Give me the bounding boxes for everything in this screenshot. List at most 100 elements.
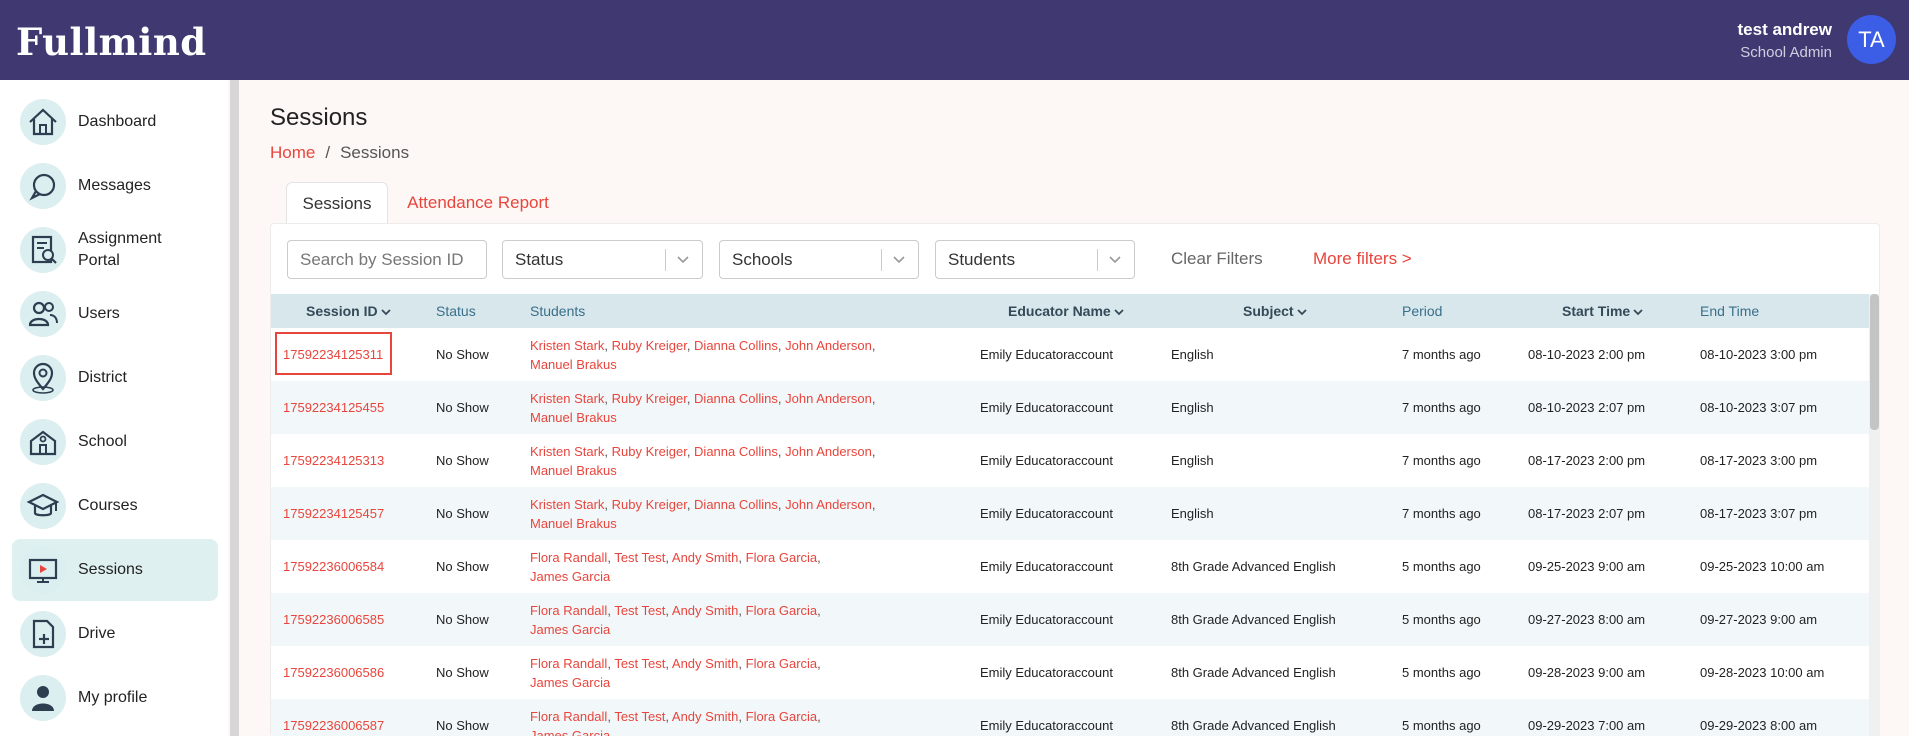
table-row[interactable]: 17592234125455 No Show Kristen Stark, Ruby… xyxy=(271,381,1869,434)
session-search-input[interactable] xyxy=(300,249,486,270)
student-link[interactable]: Flora Garcia xyxy=(746,603,818,618)
table-row[interactable]: 17592234125457 No Show Kristen Stark, Ruby… xyxy=(271,487,1869,540)
student-link[interactable]: Ruby Kreiger xyxy=(612,338,687,353)
column-header-start-time[interactable]: Start Time xyxy=(1562,303,1644,319)
student-link[interactable]: Andy Smith xyxy=(672,550,738,565)
separator: , xyxy=(738,603,746,618)
student-link[interactable]: Dianna Collins xyxy=(694,391,778,406)
student-link[interactable]: Test Test xyxy=(614,656,665,671)
table-row[interactable]: 17592236006586 No Show Flora Randall, Test… xyxy=(271,646,1869,699)
student-link[interactable]: Manuel Brakus xyxy=(530,516,617,531)
sidebar-item-users[interactable]: Users xyxy=(12,283,218,345)
student-link[interactable]: John Anderson xyxy=(785,444,872,459)
student-link[interactable]: Dianna Collins xyxy=(694,497,778,512)
breadcrumb: Home / Sessions xyxy=(270,143,409,163)
column-header-subject[interactable]: Subject xyxy=(1243,303,1308,319)
session-id-link[interactable]: 17592236006587 xyxy=(283,718,384,733)
student-link[interactable]: Test Test xyxy=(614,603,665,618)
sidebar-item-courses[interactable]: Courses xyxy=(12,475,218,537)
student-link[interactable]: Andy Smith xyxy=(672,603,738,618)
student-link[interactable]: Kristen Stark xyxy=(530,444,604,459)
student-link[interactable]: Kristen Stark xyxy=(530,338,604,353)
period-cell: 5 months ago xyxy=(1402,718,1481,733)
student-link[interactable]: Manuel Brakus xyxy=(530,463,617,478)
student-link[interactable]: Flora Garcia xyxy=(746,550,818,565)
clear-filters-button[interactable]: Clear Filters xyxy=(1171,249,1263,269)
session-id-link[interactable]: 17592234125457 xyxy=(283,506,384,521)
student-link[interactable]: Test Test xyxy=(614,709,665,724)
table-row[interactable]: 17592236006587 No Show Flora Randall, Test… xyxy=(271,699,1869,736)
separator: , xyxy=(871,338,876,353)
sidebar: Dashboard Messages Assignment Portal Use… xyxy=(0,80,228,736)
sidebar-scrollbar[interactable] xyxy=(230,80,239,736)
student-link[interactable]: John Anderson xyxy=(785,338,872,353)
status-select[interactable]: Status xyxy=(502,240,703,279)
student-link[interactable]: Andy Smith xyxy=(672,709,738,724)
column-header-label: Session ID xyxy=(306,303,378,319)
student-link[interactable]: Flora Garcia xyxy=(746,709,818,724)
status-cell: No Show xyxy=(436,665,489,680)
table-row[interactable]: 17592236006585 No Show Flora Randall, Test… xyxy=(271,593,1869,646)
student-link[interactable]: Andy Smith xyxy=(672,656,738,671)
student-link[interactable]: James Garcia xyxy=(530,728,610,736)
sidebar-item-sessions[interactable]: Sessions xyxy=(12,539,218,601)
student-link[interactable]: James Garcia xyxy=(530,569,610,584)
table-row[interactable]: 17592234125311 No Show Kristen Stark, Ruby… xyxy=(271,328,1869,381)
session-id-link[interactable]: 17592234125311 xyxy=(283,347,383,362)
student-link[interactable]: Dianna Collins xyxy=(694,338,778,353)
student-link[interactable]: Kristen Stark xyxy=(530,391,604,406)
table-row[interactable]: 17592234125313 No Show Kristen Stark, Ruby… xyxy=(271,434,1869,487)
sidebar-item-my-profile[interactable]: My profile xyxy=(12,667,218,729)
student-link[interactable]: Flora Garcia xyxy=(746,656,818,671)
schools-select[interactable]: Schools xyxy=(719,240,919,279)
student-link[interactable]: Kristen Stark xyxy=(530,497,604,512)
session-id-link[interactable]: 17592236006584 xyxy=(283,559,384,574)
educator-cell: Emily Educatoraccount xyxy=(980,665,1113,680)
student-link[interactable]: Flora Randall xyxy=(530,550,607,565)
avatar[interactable]: TA xyxy=(1847,15,1896,64)
separator: , xyxy=(817,656,821,671)
session-id-link[interactable]: 17592234125455 xyxy=(283,400,384,415)
status-cell: No Show xyxy=(436,559,489,574)
app-logo[interactable]: Fullmind xyxy=(16,20,207,64)
student-link[interactable]: Ruby Kreiger xyxy=(612,444,687,459)
period-cell: 5 months ago xyxy=(1402,559,1481,574)
sidebar-item-school[interactable]: School xyxy=(12,411,218,473)
students-select[interactable]: Students xyxy=(935,240,1135,279)
separator: , xyxy=(686,444,695,459)
student-link[interactable]: Flora Randall xyxy=(530,603,607,618)
sidebar-item-dashboard[interactable]: Dashboard xyxy=(12,91,218,153)
tab-attendance-report[interactable]: Attendance Report xyxy=(398,182,558,224)
session-id-link[interactable]: 17592236006585 xyxy=(283,612,384,627)
student-link[interactable]: Manuel Brakus xyxy=(530,357,617,372)
student-link[interactable]: John Anderson xyxy=(785,497,872,512)
student-link[interactable]: James Garcia xyxy=(530,622,610,637)
column-header-educator[interactable]: Educator Name xyxy=(1008,303,1125,319)
table-row[interactable]: 17592236006584 No Show Flora Randall, Test… xyxy=(271,540,1869,593)
student-link[interactable]: John Anderson xyxy=(785,391,872,406)
sidebar-item-district[interactable]: District xyxy=(12,347,218,409)
column-header-session-id[interactable]: Session ID xyxy=(306,303,392,319)
student-link[interactable]: Test Test xyxy=(614,550,665,565)
subject-cell: 8th Grade Advanced English xyxy=(1171,559,1336,574)
student-link[interactable]: Dianna Collins xyxy=(694,444,778,459)
tab-sessions[interactable]: Sessions xyxy=(286,182,388,224)
student-link[interactable]: Flora Randall xyxy=(530,656,607,671)
end-time-cell: 09-25-2023 10:00 am xyxy=(1700,559,1825,574)
session-id-link[interactable]: 17592234125313 xyxy=(283,453,384,468)
sidebar-item-assignment-portal[interactable]: Assignment Portal xyxy=(12,219,218,281)
student-link[interactable]: James Garcia xyxy=(530,675,610,690)
student-link[interactable]: Manuel Brakus xyxy=(530,410,617,425)
sidebar-item-messages[interactable]: Messages xyxy=(12,155,218,217)
sidebar-item-label: My profile xyxy=(78,689,148,706)
status-cell: No Show xyxy=(436,453,489,468)
student-link[interactable]: Flora Randall xyxy=(530,709,607,724)
student-link[interactable]: Ruby Kreiger xyxy=(612,497,687,512)
student-link[interactable]: Ruby Kreiger xyxy=(612,391,687,406)
table-scrollbar-thumb[interactable] xyxy=(1870,294,1879,430)
sidebar-item-drive[interactable]: Drive xyxy=(12,603,218,665)
table-scrollbar[interactable] xyxy=(1869,294,1880,736)
breadcrumb-home-link[interactable]: Home xyxy=(270,143,315,162)
session-id-link[interactable]: 17592236006586 xyxy=(283,665,384,680)
more-filters-link[interactable]: More filters > xyxy=(1313,249,1412,269)
